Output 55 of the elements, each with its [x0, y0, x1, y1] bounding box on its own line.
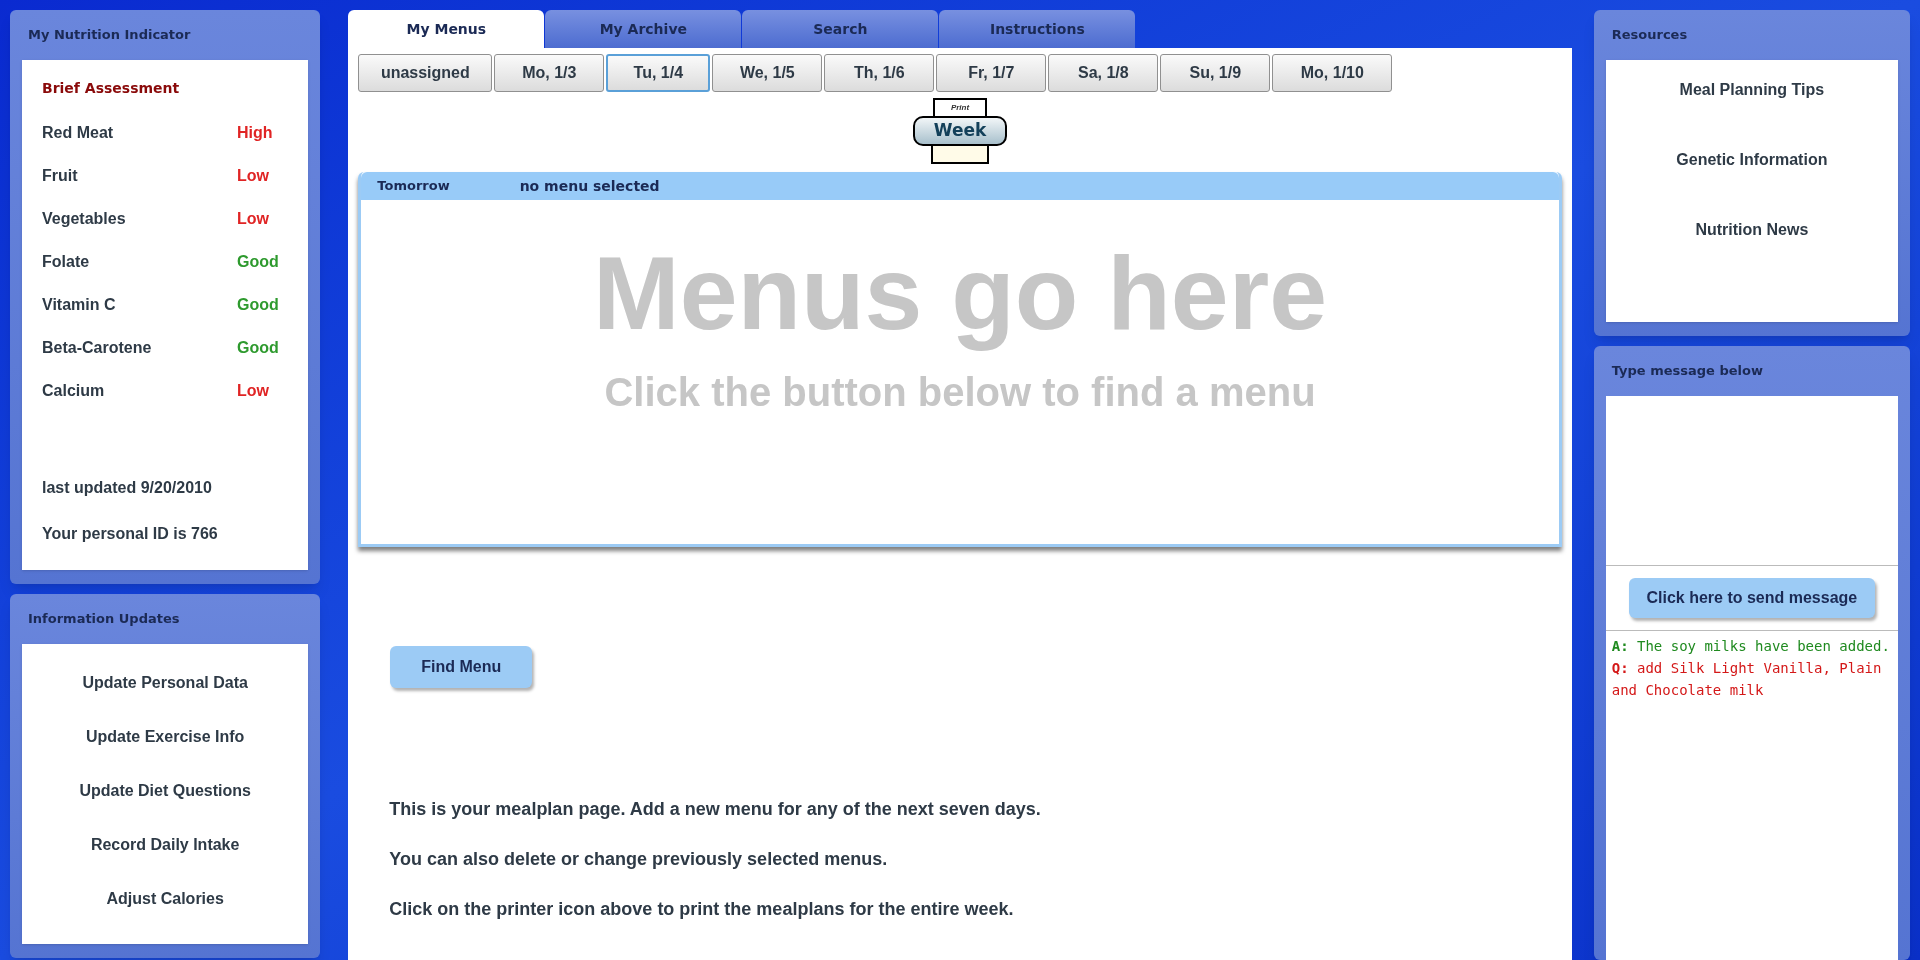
- menu-status: no menu selected: [519, 176, 660, 196]
- print-week-button[interactable]: Print Week: [911, 98, 1009, 170]
- personal-id: Your personal ID is 766: [42, 524, 219, 544]
- instruction-text: You can also delete or change previously selected menus.: [389, 848, 889, 871]
- day-tab[interactable]: Sa, 1/8: [1048, 54, 1159, 92]
- day-tab[interactable]: Tu, 1/4: [606, 54, 711, 92]
- nutrient-rating: Good: [237, 337, 279, 358]
- placeholder-subtitle: Click the button below to find a menu: [604, 369, 1316, 416]
- day-tab[interactable]: Su, 1/9: [1160, 54, 1271, 92]
- nutrient-rating: Good: [237, 251, 279, 272]
- chat-message: A: The soy milks have been added.: [1611, 637, 1891, 656]
- nutrient-rating: High: [237, 122, 273, 143]
- day-tab[interactable]: unassigned: [358, 54, 493, 92]
- menu-day: Tomorrow: [377, 176, 450, 196]
- find-menu-button[interactable]: Find Menu: [390, 646, 533, 688]
- placeholder-title: Menus go here: [593, 234, 1327, 353]
- send-message-button[interactable]: Click here to send message: [1628, 578, 1875, 618]
- update-link[interactable]: Adjust Calories: [106, 882, 224, 916]
- resource-link[interactable]: Meal Planning Tips: [1679, 78, 1825, 102]
- update-link[interactable]: Update Exercise Info: [86, 720, 245, 754]
- day-tab[interactable]: We, 1/5: [712, 54, 823, 92]
- tab[interactable]: My Archive: [545, 10, 742, 48]
- message-input[interactable]: [1605, 396, 1898, 566]
- nutrient-name: Red Meat: [42, 122, 115, 143]
- chat-message: Q: add Silk Light Vanilla, Plain and Chocolate milk: [1611, 659, 1883, 700]
- nutrient-rating: Low: [237, 380, 269, 401]
- nutrient-rating: Low: [237, 208, 269, 229]
- nutrient-name: Folate: [42, 251, 91, 272]
- update-link[interactable]: Record Daily Intake: [90, 828, 240, 862]
- panel-title: Resources: [1611, 26, 1688, 45]
- day-tab[interactable]: Fr, 1/7: [936, 54, 1047, 92]
- resource-link[interactable]: Nutrition News: [1695, 218, 1809, 242]
- nutrient-name: Fruit: [42, 165, 79, 186]
- panel-title: Information Updates: [28, 610, 180, 629]
- tab[interactable]: My Menus: [348, 10, 545, 48]
- nutrient-name: Beta-Carotene: [42, 337, 153, 358]
- day-tab[interactable]: Th, 1/6: [824, 54, 935, 92]
- update-link[interactable]: Update Diet Questions: [79, 774, 251, 808]
- nutrient-rating: Good: [237, 294, 279, 315]
- tab[interactable]: Search: [742, 10, 939, 48]
- day-tab[interactable]: Mo, 1/3: [494, 54, 605, 92]
- nutrient-rating: Low: [237, 165, 269, 186]
- instruction-text: Click on the printer icon above to print the mealplans for the entire week.: [389, 898, 1015, 921]
- instruction-text: This is your mealplan page. Add a new menu for any of the next seven days.: [389, 798, 1042, 821]
- day-tab[interactable]: Mo, 1/10: [1272, 54, 1393, 92]
- nutrient-name: Vegetables: [42, 208, 127, 229]
- section-title: Brief Assessment: [42, 79, 181, 98]
- panel-title: My Nutrition Indicator: [28, 26, 191, 45]
- tab[interactable]: Instructions: [939, 10, 1136, 48]
- nutrient-name: Vitamin C: [42, 294, 117, 315]
- last-updated: last updated 9/20/2010: [42, 478, 213, 498]
- resource-link[interactable]: Genetic Information: [1676, 148, 1828, 172]
- panel-title: Type message below: [1611, 362, 1763, 381]
- nutrient-name: Calcium: [42, 380, 106, 401]
- update-link[interactable]: Update Personal Data: [82, 666, 248, 700]
